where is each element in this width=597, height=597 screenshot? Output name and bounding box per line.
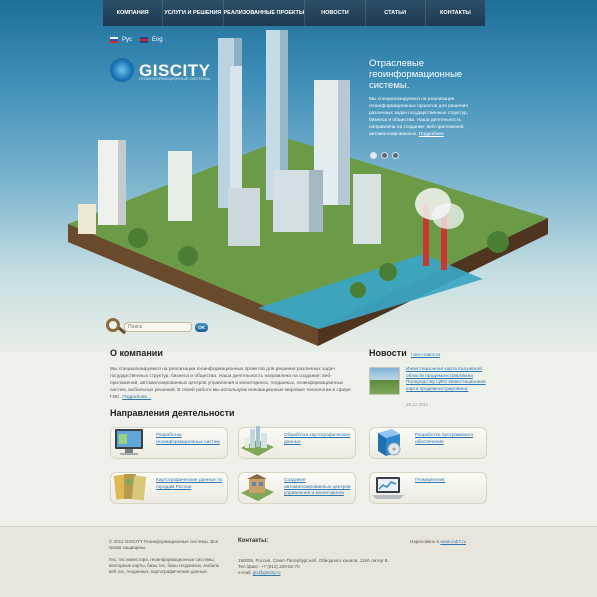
about-section: О компании Мы специализируемся на реализ…	[110, 348, 360, 401]
search-input[interactable]	[124, 322, 192, 332]
nav-item-contacts[interactable]: КОНТАКТЫ	[426, 0, 485, 26]
footer-description: Гис, гис инвестора, геоинформационные си…	[109, 557, 220, 574]
main-navigation: КОМПАНИЯ УСЛУГИ И РЕШЕНИЯ РЕАЛИЗОВАННЫЕ …	[103, 0, 485, 26]
news-title: Новости	[369, 348, 407, 358]
nav-item-articles[interactable]: СТАТЬИ	[366, 0, 426, 26]
about-title: О компании	[110, 348, 163, 358]
card-cartographic-processing[interactable]: Обработка картографических данных	[238, 426, 356, 459]
footer-address-block: 190005, Россия, Санкт-Петербург,наб. Обв…	[238, 558, 389, 576]
card-gis-development[interactable]: Разработка геоинформационных систем	[110, 427, 228, 459]
news-thumbnail[interactable]	[369, 367, 400, 395]
card-label: Обработка картографических данных	[284, 433, 351, 445]
promo-title: Отраслевые геоинформационные системы.	[369, 58, 463, 91]
news-date: 26.12.2011	[406, 402, 429, 407]
laptop-chart-icon	[372, 477, 404, 499]
promo-text-body: Мы специализируемся на реализации геоинф…	[369, 97, 468, 137]
promo-text: Мы специализируемся на реализации геоинф…	[369, 96, 487, 138]
magnifier-icon	[104, 317, 128, 337]
nav-item-news[interactable]: НОВОСТИ	[305, 0, 366, 26]
city-illustration	[68, 30, 548, 346]
slider-pagination	[370, 152, 399, 159]
footer-email-label: e-mail:	[238, 570, 252, 575]
software-box-icon	[378, 429, 401, 456]
card-label: Создание автоматизированных центров упра…	[284, 478, 351, 496]
nav-item-company[interactable]: КОМПАНИЯ	[103, 0, 164, 26]
monitor-map-icon	[115, 429, 143, 455]
news-section: Новости / все новости Инвестиционная кар…	[369, 348, 494, 407]
footer-copyright: © 2012 GISCITY Геоинформационные системы…	[109, 539, 219, 550]
card-label: Картографические данные по городам Росси…	[156, 478, 223, 490]
news-item: Инвестиционная карта Калужской области п…	[369, 367, 494, 395]
footer-email-row: e-mail: gis@giscity.ru	[238, 570, 389, 576]
directions-grid: Разработка геоинформационных систем Обра…	[110, 426, 488, 507]
search-submit-button[interactable]: OK	[195, 322, 208, 332]
promo-block: Отраслевые геоинформационные системы. Мы…	[369, 58, 487, 138]
directions-title: Направления деятельности	[110, 408, 235, 418]
news-header: Новости / все новости	[369, 348, 494, 358]
footer: © 2012 GISCITY Геоинформационные системы…	[0, 526, 597, 597]
footer-developer: Нарисовано в www.cub7.ru	[410, 539, 466, 544]
news-item-link[interactable]: Инвестиционная карта Калужской области п…	[406, 367, 494, 395]
nav-item-projects[interactable]: РЕАЛИЗОВАННЫЕ ПРОЕКТЫ	[224, 0, 306, 26]
nav-item-services[interactable]: УСЛУГИ И РЕШЕНИЯ	[163, 0, 224, 26]
card-label: Разработка геоинформационных систем	[156, 433, 220, 445]
control-center-icon	[241, 474, 274, 501]
about-more-link[interactable]: Подробнее...	[122, 395, 151, 400]
footer-contacts-title: Контакты:	[238, 538, 269, 544]
search-form: OK	[104, 317, 208, 337]
card-software-development[interactable]: Разработка программного обеспечения	[369, 427, 487, 459]
city-model-icon	[241, 426, 274, 456]
card-geomarketing[interactable]: Геомаркетинг	[369, 472, 487, 504]
promo-more-link[interactable]: Подробнее	[419, 132, 444, 137]
card-control-centers[interactable]: Создание автоматизированных центров упра…	[238, 472, 356, 504]
footer-developer-label: Нарисовано в	[410, 539, 440, 544]
all-news-link[interactable]: / все новости	[411, 353, 440, 358]
card-label: Разработка программного обеспечения	[415, 433, 474, 445]
slider-dot-3[interactable]	[392, 152, 399, 159]
footer-developer-link[interactable]: www.cub7.ru	[440, 539, 466, 544]
map-sheets-icon	[113, 474, 147, 501]
card-city-map-data[interactable]: Картографические данные по городам Росси…	[110, 472, 228, 504]
slider-dot-1[interactable]	[370, 152, 377, 159]
slider-dot-2[interactable]	[381, 152, 388, 159]
footer-email-link[interactable]: gis@giscity.ru	[253, 570, 281, 575]
card-label: Геомаркетинг	[415, 478, 446, 483]
about-text: Мы специализируемся на реализации геоинф…	[110, 366, 360, 401]
